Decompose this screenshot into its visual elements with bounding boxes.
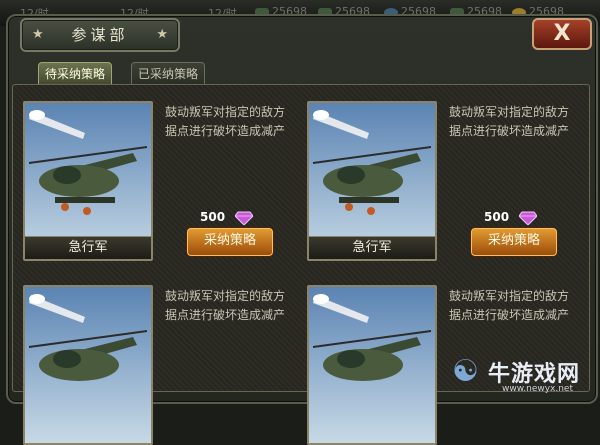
- cow-logo-icon: ☯: [452, 354, 479, 389]
- strategy-description: 鼓动叛军对指定的敌方据点进行破坏造成减产: [165, 289, 286, 322]
- adopt-strategy-button[interactable]: 采纳策略: [471, 228, 557, 256]
- diamond-icon: [235, 211, 254, 225]
- dialog-title: 参谋部: [71, 26, 129, 44]
- tab-pending-strategies[interactable]: 待采纳策略: [38, 62, 113, 86]
- star-icon: ★: [32, 27, 44, 42]
- cost-value: 500: [200, 210, 226, 224]
- close-button[interactable]: X: [532, 18, 592, 50]
- strategy-image[interactable]: 急行军: [307, 101, 437, 261]
- strategy-description: 鼓动叛军对指定的敌方据点进行破坏造成减产: [165, 105, 286, 138]
- tab-bar: 待采纳策略 已采纳策略: [14, 56, 584, 86]
- strategy-image[interactable]: 急行军: [23, 101, 153, 261]
- site-watermark: ☯ 牛游戏网 www.newyx.net: [452, 350, 598, 398]
- helicopter-illustration: [309, 287, 435, 443]
- dialog-title-plate: ★ 参谋部 ★: [20, 18, 180, 52]
- strategy-description: 鼓动叛军对指定的敌方据点进行破坏造成减产: [449, 105, 570, 138]
- strategy-image[interactable]: [307, 285, 437, 445]
- helicopter-illustration: [25, 287, 151, 443]
- strategy-card: 鼓动叛军对指定的敌方据点进行破坏造成减产: [15, 275, 291, 445]
- strategy-name: 急行军: [309, 236, 435, 259]
- diamond-icon: [519, 211, 538, 225]
- adopt-strategy-button[interactable]: 采纳策略: [187, 228, 273, 256]
- strategy-description: 鼓动叛军对指定的敌方据点进行破坏造成减产: [449, 289, 570, 322]
- star-icon: ★: [156, 27, 168, 42]
- watermark-url: www.newyx.net: [502, 384, 574, 394]
- strategy-cost: 500: [484, 207, 538, 227]
- close-icon: X: [553, 21, 571, 46]
- strategy-image[interactable]: [23, 285, 153, 445]
- strategy-list: 急行军 鼓动叛军对指定的敌方据点进行破坏造成减产 500 采纳策略 急行军 鼓动…: [12, 84, 590, 445]
- strategy-name: 急行军: [25, 236, 151, 259]
- strategy-card: 急行军 鼓动叛军对指定的敌方据点进行破坏造成减产 500 采纳策略: [299, 91, 575, 261]
- cost-value: 500: [484, 210, 510, 224]
- tab-adopted-strategies[interactable]: 已采纳策略: [131, 62, 206, 86]
- strategy-card: 急行军 鼓动叛军对指定的敌方据点进行破坏造成减产 500 采纳策略: [15, 91, 291, 261]
- strategy-cost: 500: [200, 207, 254, 227]
